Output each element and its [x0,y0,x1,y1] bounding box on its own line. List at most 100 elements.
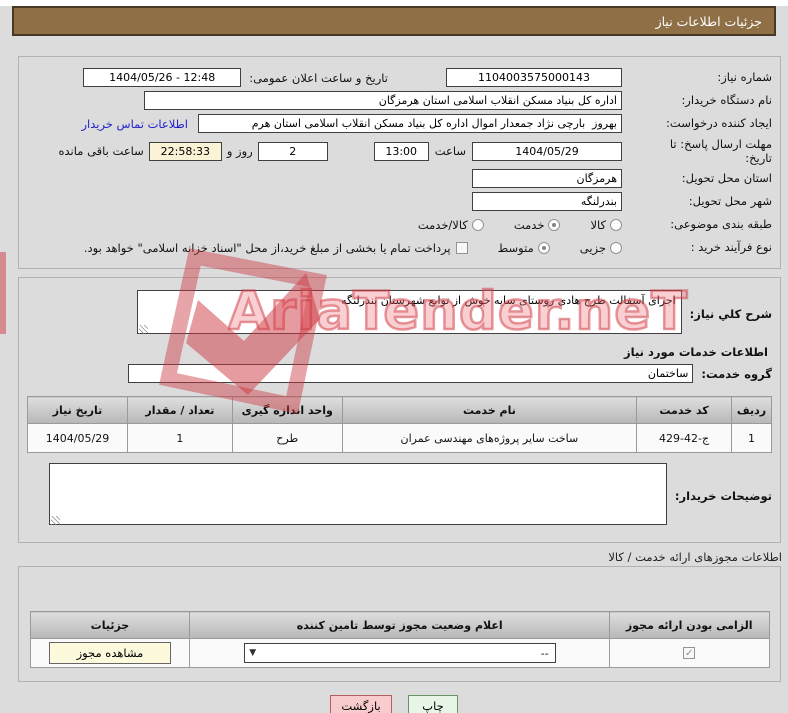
services-table-header-row: ردیف کد خدمت نام خدمت واحد اندازه گیری ت… [27,396,772,424]
delivery-city-label: شهر محل تحویل: [688,194,772,209]
process-type-row: نوع فرآیند خرید : جزیی متوسط پرداخت تمام… [27,237,772,258]
deadline-row: مهلت ارسال پاسخ: تا تاریخ: ساعت روز و سا… [27,136,773,166]
need-description-label: شرح کلي نیاز: [689,306,772,321]
licenses-section-title: اطلاعات مجوزهای ارائه خدمت / کالا [608,550,782,564]
treasury-checkbox-label: پرداخت تمام یا بخشی از مبلغ خرید،از محل … [83,240,451,255]
page-title: جزئیات اطلاعات نیاز [655,13,762,29]
col-row-number: ردیف [731,396,772,424]
buyer-name-label: نام دستگاه خریدار: [681,93,772,108]
partial-radio-label: جزیی [579,240,606,255]
subject-class-row: طبقه بندی موضوعی: کالا خدمت کالا/خدمت [27,214,772,235]
request-creator-row: ایجاد کننده درخواست: اطلاعات تماس خریدار [27,113,772,134]
chevron-down-icon: ▼ [249,648,257,658]
licenses-group: الزامی بودن ارائه مجوز اعلام وضعیت مجوز … [18,566,781,682]
watermark-edge-mark [0,252,6,334]
cell-license-details: مشاهده مجوز [29,638,191,668]
delivery-city-input[interactable] [472,192,622,211]
licenses-table-row: -- ▼ مشاهده مجوز [29,638,770,668]
need-description-textarea[interactable]: اجرای آسفالت طرح هادی روستای سایه خوش از… [136,290,682,334]
delivery-province-row: استان محل تحویل: [27,168,772,189]
buyer-name-input[interactable] [144,91,622,110]
view-license-button[interactable]: مشاهده مجوز [48,642,171,664]
medium-radio[interactable] [537,241,550,254]
treasury-checkbox[interactable] [455,241,468,254]
goods-service-radio[interactable] [471,218,484,231]
goods-service-radio-label: کالا/خدمت [417,217,468,232]
service-group-label: گروه خدمت: [701,366,772,381]
need-description-row: شرح کلي نیاز: اجرای آسفالت طرح هادی روست… [27,290,772,337]
delivery-province-label: استان محل تحویل: [681,171,772,186]
subject-class-option-service: خدمت [514,218,561,232]
deadline-date-input[interactable] [472,141,622,161]
remaining-days-label: روز و [226,144,253,158]
medium-radio-label: متوسط [497,240,534,255]
deadline-label-line2: تاریخ: [745,151,772,165]
need-number-row: شماره نیاز: تاریخ و ساعت اعلان عمومی: [27,67,772,88]
request-creator-label: ایجاد کننده درخواست: [666,116,772,131]
announce-datetime-label: تاریخ و ساعت اعلان عمومی: [249,70,388,85]
cell-quantity: 1 [127,423,233,453]
table-row: 1 ج-42-429 ساخت سایر پروژه‌های مهندسی عم… [27,423,772,453]
cell-service-name: ساخت سایر پروژه‌های مهندسی عمران [341,423,638,453]
buyer-notes-wrap [48,463,667,528]
subject-class-option-goods: کالا [590,218,622,232]
announce-datetime-input[interactable] [83,68,242,87]
request-creator-input[interactable] [198,114,622,133]
cell-license-required [608,638,770,668]
process-type-label: نوع فرآیند خرید : [690,240,772,255]
process-type-option-partial: جزیی [580,241,622,255]
cell-service-code: ج-42-429 [636,423,733,453]
remaining-days-input[interactable] [257,141,328,161]
print-button[interactable]: چاپ [408,695,458,713]
services-section-title: اطلاعات خدمات مورد نیاز [624,345,768,359]
back-button[interactable]: بازگشت [330,695,392,713]
licenses-table-header-row: الزامی بودن ارائه مجوز اعلام وضعیت مجوز … [29,611,770,639]
buyer-contact-link[interactable]: اطلاعات تماس خریدار [81,117,188,131]
services-table: ردیف کد خدمت نام خدمت واحد اندازه گیری ت… [27,396,772,453]
col-quantity: تعداد / مقدار [127,396,233,424]
license-status-value: -- [540,646,549,660]
delivery-city-row: شهر محل تحویل: [27,191,772,212]
col-license-required: الزامی بودن ارائه مجوز [608,611,770,639]
buyer-name-row: نام دستگاه خریدار: [27,90,772,111]
license-required-checkbox[interactable] [683,647,696,659]
cell-need-date: 1404/05/29 [27,423,128,453]
process-type-option-medium: متوسط [498,241,550,255]
partial-radio[interactable] [610,241,622,254]
subject-class-label: طبقه بندی موضوعی: [670,217,772,232]
countdown-input[interactable] [148,141,222,161]
buyer-notes-textarea[interactable] [48,463,667,525]
page-title-bar: جزئیات اطلاعات نیاز [12,6,776,36]
deadline-label-line1: مهلت ارسال پاسخ: تا [669,136,772,151]
service-group-row: گروه خدمت: [27,363,772,384]
need-number-input[interactable] [446,68,622,87]
service-radio-label: خدمت [513,217,545,232]
deadline-hour-input[interactable] [373,141,429,161]
subject-class-option-goods-service: کالا/خدمت [418,218,484,232]
col-need-date: تاریخ نیاز [27,396,128,424]
treasury-option: پرداخت تمام یا بخشی از مبلغ خرید،از محل … [84,241,468,255]
col-license-details: جزئیات [29,611,191,639]
col-unit: واحد اندازه گیری [231,396,343,424]
col-service-code: کد خدمت [636,396,733,424]
deadline-hour-label: ساعت [434,144,466,158]
cell-license-status: -- ▼ [189,638,610,668]
need-info-group: شماره نیاز: تاریخ و ساعت اعلان عمومی: نا… [18,56,781,269]
col-license-status: اعلام وضعیت مجوز توسط تامین کننده [189,611,610,639]
service-group-input[interactable] [128,364,694,383]
buyer-notes-label: توضیحات خریدار: [674,488,772,503]
service-radio[interactable] [548,218,561,231]
goods-radio[interactable] [610,218,622,231]
licenses-table: الزامی بودن ارائه مجوز اعلام وضعیت مجوز … [29,611,770,668]
footer-actions: چاپ بازگشت [0,695,788,713]
need-number-label: شماره نیاز: [717,70,772,85]
delivery-province-input[interactable] [472,169,622,188]
buyer-notes-row: توضیحات خریدار: [27,463,772,528]
goods-radio-label: کالا [590,217,606,232]
cell-unit: طرح [231,423,343,453]
countdown-label: ساعت باقی مانده [58,144,144,158]
need-description-wrap: اجرای آسفالت طرح هادی روستای سایه خوش از… [136,290,682,337]
cell-row-number: 1 [731,423,772,453]
license-status-select[interactable]: -- ▼ [243,643,556,663]
services-group: شرح کلي نیاز: اجرای آسفالت طرح هادی روست… [18,277,781,543]
